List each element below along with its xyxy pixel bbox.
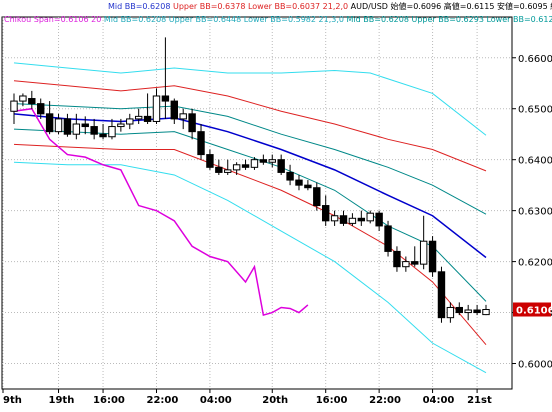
candle-bearish	[45, 113, 54, 133]
candle-bearish	[215, 166, 223, 173]
y-tick-label: 0.6300	[518, 207, 552, 218]
header-line2: Chikou Span=0.6106 20 Mid BB=0.6208 Uppe…	[4, 15, 552, 24]
candle-bearish	[428, 240, 437, 273]
candle-bullish	[108, 126, 116, 138]
x-tick-label: 20th	[262, 395, 288, 406]
candle-bearish	[375, 212, 383, 227]
candle-bullish	[224, 169, 232, 173]
legend-item: Lower BB=0.6037	[245, 2, 320, 11]
candle-bearish	[28, 98, 36, 105]
x-tick-label: 9th	[3, 395, 22, 406]
candle-bearish	[286, 171, 294, 181]
x-tick-label: 16:00	[93, 395, 125, 406]
legend-item: Upper BB=0.6293	[409, 15, 484, 24]
last-price-label: 0.6106	[516, 306, 552, 317]
candle-bearish	[277, 159, 285, 173]
candle-bullish	[330, 215, 339, 222]
candle-bullish	[366, 212, 374, 222]
legend-item: Lower BB=0.6122	[484, 15, 552, 24]
legend-item: 21,3,0	[316, 15, 344, 24]
candle-bearish	[295, 179, 303, 186]
candle-bullish	[268, 159, 276, 163]
candle-bearish	[143, 115, 152, 122]
legend-item: Mid BB=0.6208	[101, 15, 166, 24]
candle-bearish	[411, 261, 419, 265]
candle-bearish	[259, 159, 268, 163]
candle-bearish	[455, 306, 463, 314]
candle-bearish	[393, 250, 401, 268]
candle-bullish	[419, 240, 428, 265]
candle-bearish	[197, 131, 205, 156]
candle-bullish	[250, 159, 259, 168]
candle-bearish	[304, 184, 312, 189]
x-tick-label: 16:00	[316, 395, 348, 406]
candle-bullish	[54, 118, 63, 133]
y-tick-label: 0.6400	[518, 156, 552, 167]
candle-bearish	[384, 225, 392, 252]
candle-bearish	[313, 187, 321, 207]
candle-bullish	[126, 118, 134, 125]
candle-bearish	[473, 309, 481, 314]
candle-bearish	[90, 126, 98, 135]
y-tick-label: 0.6000	[518, 360, 552, 371]
candle-bullish	[179, 113, 187, 120]
legend-item: Upper BB=0.6378	[170, 2, 245, 11]
candle-bullish	[232, 164, 241, 171]
candle-bearish	[321, 205, 330, 222]
candle-bearish	[241, 164, 250, 168]
candle-bearish	[161, 95, 170, 102]
y-tick-label: 0.6500	[518, 105, 552, 116]
candle-bullish	[134, 115, 143, 120]
candle-bearish	[81, 123, 89, 128]
candle-bullish	[446, 306, 455, 319]
candle-bullish	[464, 309, 472, 314]
legend-item: Mid BB=0.6208	[108, 2, 170, 11]
legend-item: AUD/USD 始値=0.6096 高値=0.6115 安値=0.6095 終値…	[348, 1, 552, 11]
x-tick-label: 21st	[467, 395, 492, 406]
candle-bullish	[402, 261, 410, 268]
x-tick-label: 04:00	[423, 395, 455, 406]
chart-svg: 0.66000.65000.64000.63000.62000.61000.60…	[1, 1, 552, 406]
y-tick-label: 0.6600	[518, 54, 552, 65]
candle-bearish	[37, 103, 45, 115]
candle-bullish	[10, 100, 18, 112]
candle-bullish	[72, 123, 81, 135]
legend-item: Lower BB=0.5982	[241, 15, 316, 24]
legend-item: 21,2,0	[320, 2, 348, 11]
candle-bearish	[437, 271, 446, 319]
chart: 0.66000.65000.64000.63000.62000.61000.60…	[0, 0, 552, 408]
candle-bullish	[482, 309, 490, 316]
candle-bullish	[117, 123, 125, 128]
x-tick-label: 19th	[49, 395, 75, 406]
candle-bearish	[339, 215, 348, 224]
x-tick-label: 22:00	[146, 395, 178, 406]
x-tick-label: 04:00	[200, 395, 232, 406]
candle-bearish	[357, 217, 366, 222]
candle-bullish	[348, 217, 357, 224]
legend-item: Chikou Span=0.6106 20	[4, 15, 101, 24]
candle-bullish	[19, 95, 27, 102]
candle-bearish	[206, 154, 214, 168]
candle-bullish	[152, 95, 161, 122]
header-line1: Mid BB=0.6208 Upper BB=0.6378 Lower BB=0…	[108, 1, 552, 11]
y-tick-label: 0.6200	[518, 258, 552, 269]
candle-bearish	[188, 113, 196, 133]
legend-item: Mid BB=0.6208	[344, 15, 409, 24]
candle-bearish	[99, 133, 107, 138]
candle-bearish	[170, 100, 179, 120]
legend-item: Upper BB=0.6448	[166, 15, 241, 24]
candle-bearish	[63, 118, 72, 135]
x-tick-label: 22:00	[369, 395, 401, 406]
